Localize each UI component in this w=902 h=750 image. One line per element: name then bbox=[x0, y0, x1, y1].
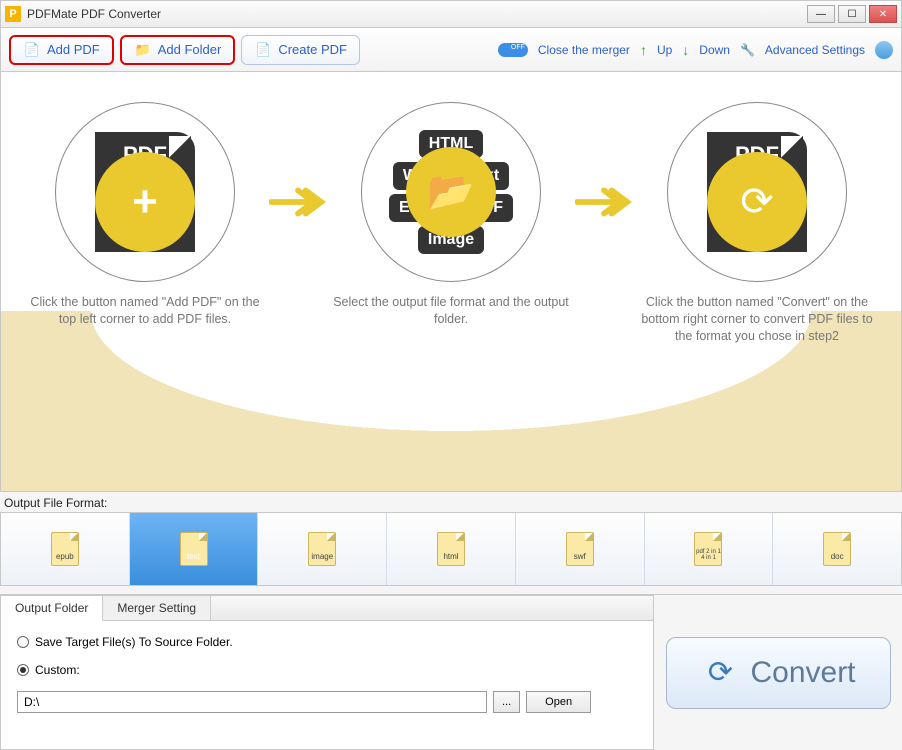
bottom-right-panel: ⟳ Convert bbox=[654, 595, 902, 750]
tab-output-folder[interactable]: Output Folder bbox=[1, 596, 103, 621]
doc-icon: text bbox=[180, 532, 208, 566]
doc-icon: swf bbox=[566, 532, 594, 566]
convert-label: Convert bbox=[750, 656, 855, 690]
title-bar: P PDFMate PDF Converter — ☐ ✕ bbox=[0, 0, 902, 28]
down-link[interactable]: Down bbox=[699, 43, 730, 57]
format-text[interactable]: text bbox=[130, 513, 259, 585]
step-1: PDF + Click the button named "Add PDF" o… bbox=[21, 102, 269, 328]
step-2: HTML Word Text EPUB SWF Image 📂 Select t… bbox=[327, 102, 575, 328]
step-3-text: Click the button named "Convert" on the … bbox=[633, 294, 881, 345]
up-link[interactable]: Up bbox=[657, 43, 672, 57]
wrench-icon: 🔧 bbox=[740, 43, 755, 57]
output-format-row: epub text image html swf pdf 2 in 1 4 in… bbox=[0, 512, 902, 586]
bottom-left-panel: Output Folder Merger Setting Save Target… bbox=[0, 595, 654, 750]
radio-source[interactable] bbox=[17, 636, 29, 648]
step-3: PDF ⟳ Click the button named "Convert" o… bbox=[633, 102, 881, 345]
custom-row[interactable]: Custom: bbox=[17, 663, 637, 677]
doc-icon: image bbox=[308, 532, 336, 566]
advanced-settings-link[interactable]: Advanced Settings bbox=[765, 43, 865, 57]
browse-button[interactable]: ... bbox=[493, 691, 520, 713]
custom-path-row: ... Open bbox=[17, 691, 637, 713]
format-epub[interactable]: epub bbox=[1, 513, 130, 585]
add-plus-disc-icon: + bbox=[95, 152, 195, 252]
step-3-circle: PDF ⟳ bbox=[667, 102, 847, 282]
open-folder-button[interactable]: Open bbox=[526, 691, 591, 713]
minimize-button[interactable]: — bbox=[807, 5, 835, 23]
tab-merger-setting[interactable]: Merger Setting bbox=[103, 596, 211, 620]
doc-icon: epub bbox=[51, 532, 79, 566]
down-arrow-icon: ↓ bbox=[682, 42, 689, 58]
step-1-text: Click the button named "Add PDF" on the … bbox=[21, 294, 269, 328]
toolbar-right: Close the merger ↑ Up ↓ Down 🔧 Advanced … bbox=[498, 41, 893, 59]
main-area: PDF + Click the button named "Add PDF" o… bbox=[0, 72, 902, 492]
arrow-1-icon bbox=[269, 182, 327, 222]
format-doc[interactable]: doc bbox=[773, 513, 901, 585]
add-folder-label: Add Folder bbox=[158, 42, 222, 57]
format-swf[interactable]: swf bbox=[516, 513, 645, 585]
bottom-panel: Output Folder Merger Setting Save Target… bbox=[0, 594, 902, 750]
window-title: PDFMate PDF Converter bbox=[27, 7, 804, 21]
close-button[interactable]: ✕ bbox=[869, 5, 897, 23]
convert-icon: ⟳ bbox=[700, 653, 740, 693]
add-pdf-button[interactable]: 📄 Add PDF bbox=[9, 35, 114, 65]
app-logo-icon: P bbox=[5, 6, 21, 22]
custom-label: Custom: bbox=[35, 663, 80, 677]
add-folder-button[interactable]: 📁 Add Folder bbox=[120, 35, 236, 65]
step-1-circle: PDF + bbox=[55, 102, 235, 282]
close-merger-link[interactable]: Close the merger bbox=[538, 43, 630, 57]
arrow-2-icon bbox=[575, 182, 633, 222]
doc-icon: doc bbox=[823, 532, 851, 566]
format-image[interactable]: image bbox=[258, 513, 387, 585]
merger-toggle[interactable] bbox=[498, 43, 528, 57]
maximize-button[interactable]: ☐ bbox=[838, 5, 866, 23]
convert-disc-icon: ⟳ bbox=[707, 152, 807, 252]
save-to-source-row[interactable]: Save Target File(s) To Source Folder. bbox=[17, 635, 637, 649]
doc-icon: html bbox=[437, 532, 465, 566]
pdf-plus-icon: 📄 bbox=[23, 41, 41, 59]
save-to-source-label: Save Target File(s) To Source Folder. bbox=[35, 635, 233, 649]
create-pdf-label: Create PDF bbox=[278, 42, 347, 57]
format-html[interactable]: html bbox=[387, 513, 516, 585]
up-arrow-icon: ↑ bbox=[640, 42, 647, 58]
step-2-circle: HTML Word Text EPUB SWF Image 📂 bbox=[361, 102, 541, 282]
doc-icon: pdf 2 in 1 4 in 1 bbox=[694, 532, 722, 566]
output-path-input[interactable] bbox=[17, 691, 487, 713]
convert-button[interactable]: ⟳ Convert bbox=[666, 637, 891, 709]
add-pdf-label: Add PDF bbox=[47, 42, 100, 57]
pdf-create-icon: 📄 bbox=[254, 41, 272, 59]
output-folder-body: Save Target File(s) To Source Folder. Cu… bbox=[1, 621, 653, 727]
step-2-text: Select the output file format and the ou… bbox=[327, 294, 575, 328]
format-pdf-nin1[interactable]: pdf 2 in 1 4 in 1 bbox=[645, 513, 774, 585]
toolbar: 📄 Add PDF 📁 Add Folder 📄 Create PDF Clos… bbox=[0, 28, 902, 72]
radio-custom[interactable] bbox=[17, 664, 29, 676]
create-pdf-button[interactable]: 📄 Create PDF bbox=[241, 35, 360, 65]
folder-disc-icon: 📂 bbox=[406, 147, 496, 237]
bottom-tabs: Output Folder Merger Setting bbox=[1, 596, 653, 621]
help-icon[interactable] bbox=[875, 41, 893, 59]
output-format-label: Output File Format: bbox=[4, 496, 898, 510]
folder-plus-icon: 📁 bbox=[134, 41, 152, 59]
